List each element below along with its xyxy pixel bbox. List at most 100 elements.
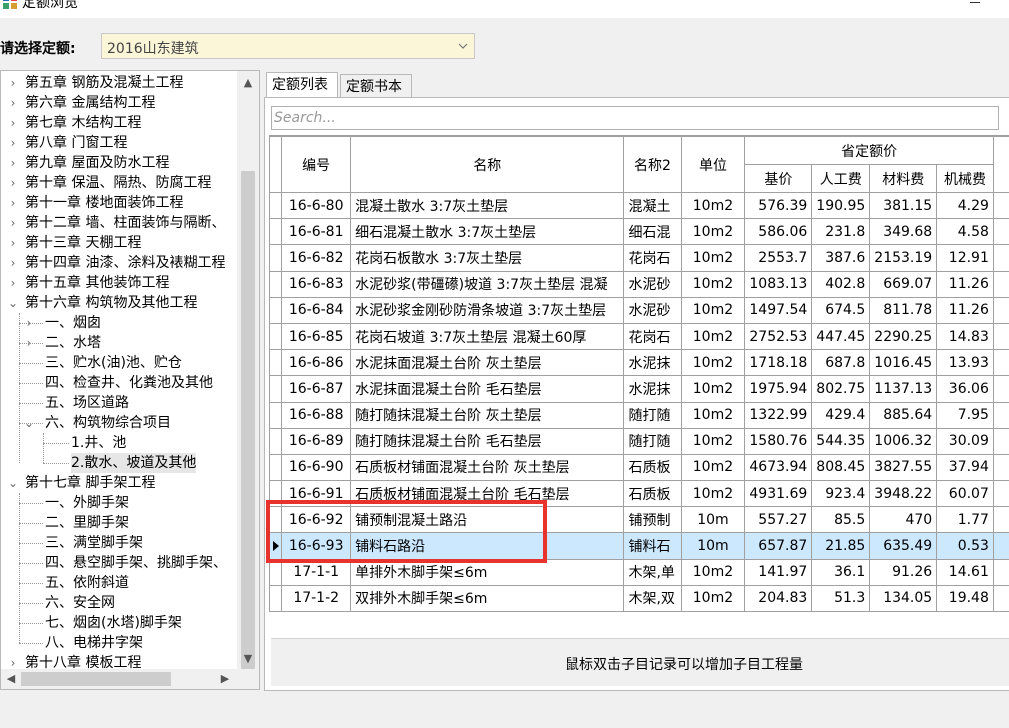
expand-chevron-icon[interactable]: ›: [7, 253, 19, 273]
table-row[interactable]: 17-1-1 单排外木脚手架≤6m 木架,单 10m2 141.97 36.1 91.26 1…: [269, 558, 1009, 586]
expand-chevron-icon[interactable]: ›: [7, 113, 19, 133]
cell-name[interactable]: 水泥抹面混凝土台阶 毛石垫层: [350, 375, 625, 403]
minimize-button[interactable]: [968, 0, 982, 4]
collapse-chevron-icon[interactable]: ⌄: [7, 473, 19, 493]
cell-material[interactable]: 470: [869, 506, 938, 534]
cell-name[interactable]: 铺预制混凝土路沿: [350, 506, 625, 534]
cell-labor[interactable]: 544.35: [811, 427, 871, 455]
cell-base[interactable]: 557.27: [744, 506, 813, 534]
cell-base[interactable]: 1718.18: [744, 349, 813, 377]
cell-code[interactable]: 16-6-90: [281, 453, 352, 482]
cell-unit[interactable]: 10m2: [680, 349, 746, 377]
cell-material[interactable]: 2290.25: [869, 322, 938, 351]
tree-item[interactable]: › 第八章 门窗工程: [1, 133, 237, 153]
header-material[interactable]: 材料费: [869, 164, 938, 193]
cell-unit[interactable]: 10m2: [680, 584, 746, 613]
cell-labor[interactable]: 674.5: [811, 296, 871, 324]
expand-chevron-icon[interactable]: ›: [7, 133, 19, 153]
table-row[interactable]: 17-1-2 双排外木脚手架≤6m 木架,双 10m2 204.83 51.3 134.05…: [269, 584, 1009, 613]
cell-name[interactable]: 石质板材铺面混凝土台阶 灰土垫层: [350, 453, 625, 482]
expand-chevron-icon[interactable]: ›: [7, 273, 19, 293]
cell-material[interactable]: 635.49: [869, 532, 938, 560]
cell-unit[interactable]: 10m: [680, 532, 746, 560]
expand-chevron-icon[interactable]: ›: [7, 73, 19, 93]
tree-item[interactable]: › 第十一章 楼地面装饰工程: [1, 193, 237, 213]
cell-machine[interactable]: 11.26: [936, 270, 994, 298]
table-row[interactable]: 16-6-86 水泥抹面混凝土台阶 灰土垫层 水泥抹 10m2 1718.18 687.8…: [269, 349, 1009, 377]
expand-chevron-icon[interactable]: ›: [7, 213, 19, 233]
tree-item[interactable]: ⌄ 第十六章 构筑物及其他工程: [1, 293, 237, 313]
cell-base[interactable]: 4931.69: [744, 480, 813, 508]
tree-item[interactable]: › 第九章 屋面及防水工程: [1, 153, 237, 173]
cell-name2[interactable]: 石质板: [623, 480, 682, 508]
table-row[interactable]: 16-6-93 铺料石路沿 铺料石 10m 657.87 21.85 635.49 0.53: [269, 532, 1009, 560]
cell-machine[interactable]: 19.48: [936, 584, 994, 613]
cell-material[interactable]: 885.64: [869, 401, 938, 429]
cell-name[interactable]: 花岗石板散水 3:7灰土垫层: [350, 244, 625, 272]
row-indicator[interactable]: [269, 427, 283, 455]
tree-item[interactable]: › 第十二章 墙、柱面装饰与隔断、: [1, 213, 237, 233]
cell-machine[interactable]: 7.95: [936, 401, 994, 429]
cell-name2[interactable]: 铺料石: [623, 532, 682, 560]
cell-name2[interactable]: 铺预制: [623, 506, 682, 534]
cell-machine[interactable]: 60.07: [936, 480, 994, 508]
expand-chevron-icon[interactable]: ›: [7, 653, 19, 669]
cell-machine[interactable]: 37.94: [936, 453, 994, 482]
cell-code[interactable]: 16-6-86: [281, 349, 352, 377]
cell-name[interactable]: 铺料石路沿: [350, 532, 625, 560]
scroll-up-icon[interactable]: ▲: [237, 73, 259, 93]
table-row[interactable]: 16-6-82 花岗石板散水 3:7灰土垫层 花岗石 10m2 2553.7 387.6 2…: [269, 244, 1009, 272]
cell-name2[interactable]: 水泥抹: [623, 349, 682, 377]
tree-item[interactable]: › 第五章 钢筋及混凝土工程: [1, 73, 237, 93]
cell-unit[interactable]: 10m2: [680, 322, 746, 351]
cell-unit[interactable]: 10m2: [680, 270, 746, 298]
table-row[interactable]: 16-6-91 石质板材铺面混凝土台阶 毛石垫层 石质板 10m2 4931.69 923…: [269, 480, 1009, 508]
row-indicator[interactable]: [269, 349, 283, 377]
header-base[interactable]: 基价: [744, 164, 813, 193]
cell-name[interactable]: 单排外木脚手架≤6m: [350, 558, 625, 586]
cell-unit[interactable]: 10m2: [680, 218, 746, 246]
tree-horizontal-scrollbar[interactable]: ◀ ▶: [1, 669, 259, 689]
header-labor[interactable]: 人工费: [811, 164, 871, 193]
cell-labor[interactable]: 687.8: [811, 349, 871, 377]
cell-unit[interactable]: 10m2: [680, 401, 746, 429]
search-input[interactable]: [274, 108, 994, 128]
table-row[interactable]: 16-6-89 随打随抹混凝土台阶 毛石垫层 随打随 10m2 1580.76 544.3…: [269, 427, 1009, 455]
tree-hscroll-thumb[interactable]: [21, 672, 171, 686]
collapse-chevron-icon[interactable]: ⌄: [7, 293, 19, 313]
cell-name[interactable]: 石质板材铺面混凝土台阶 毛石垫层: [350, 480, 625, 508]
cell-labor[interactable]: 923.4: [811, 480, 871, 508]
cell-code[interactable]: 16-6-88: [281, 401, 352, 429]
table-row[interactable]: 16-6-83 水泥砂浆(带礓礤)坡道 3:7灰土垫层 混凝 水泥砂 10m2 1083…: [269, 270, 1009, 298]
row-indicator[interactable]: [269, 191, 283, 220]
cell-code[interactable]: 16-6-91: [281, 480, 352, 508]
table-row[interactable]: 16-6-90 石质板材铺面混凝土台阶 灰土垫层 石质板 10m2 4673.94 808…: [269, 453, 1009, 482]
cell-material[interactable]: 3827.55: [869, 453, 938, 482]
row-indicator[interactable]: [269, 375, 283, 403]
row-indicator[interactable]: [269, 296, 283, 324]
cell-name2[interactable]: 水泥砂: [623, 296, 682, 324]
scroll-left-icon[interactable]: ◀: [1, 669, 21, 689]
cell-base[interactable]: 1322.99: [744, 401, 813, 429]
cell-labor[interactable]: 85.5: [811, 506, 871, 534]
cell-name[interactable]: 花岗石坡道 3:7灰土垫层 混凝土60厚: [350, 322, 625, 351]
cell-labor[interactable]: 21.85: [811, 532, 871, 560]
cell-base[interactable]: 2752.53: [744, 322, 813, 351]
search-box[interactable]: [271, 106, 999, 130]
row-indicator[interactable]: [269, 244, 283, 272]
table-row[interactable]: 16-6-92 铺预制混凝土路沿 铺预制 10m 557.27 85.5 470 1.77: [269, 506, 1009, 534]
tree-item[interactable]: 2.散水、坡道及其他: [1, 453, 237, 473]
row-indicator[interactable]: [269, 218, 283, 246]
cell-machine[interactable]: 12.91: [936, 244, 994, 272]
cell-code[interactable]: 16-6-80: [281, 191, 352, 220]
cell-base[interactable]: 1497.54: [744, 296, 813, 324]
cell-code[interactable]: 16-6-84: [281, 296, 352, 324]
tab-quota-book[interactable]: 定额书本: [340, 74, 412, 98]
cell-material[interactable]: 349.68: [869, 218, 938, 246]
cell-machine[interactable]: 4.58: [936, 218, 994, 246]
header-name[interactable]: 名称: [350, 136, 625, 193]
cell-base[interactable]: 1083.13: [744, 270, 813, 298]
cell-base[interactable]: 1975.94: [744, 375, 813, 403]
cell-name2[interactable]: 木架,单: [623, 558, 682, 586]
row-indicator[interactable]: [269, 270, 283, 298]
